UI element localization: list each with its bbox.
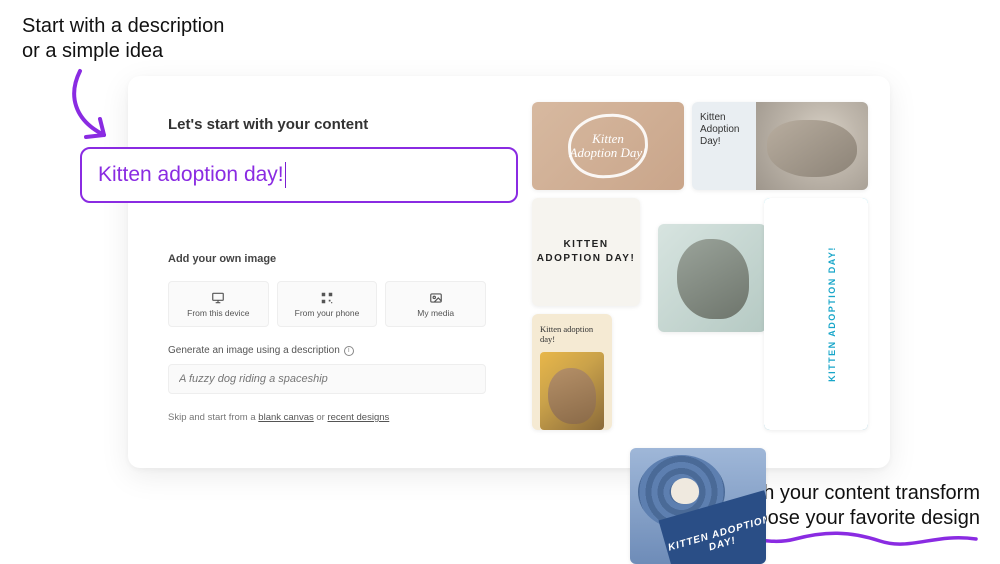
upload-label: My media [417,308,454,318]
generate-label: Generate an image using a description i [168,345,486,356]
thumb-caption: KITTEN ADOPTION DAY! [532,238,640,267]
thumb-caption: KITTEN ADOPTION DAY! [827,246,837,382]
idea-text-input[interactable]: Kitten adoption day! [80,147,518,203]
design-thumb-7[interactable]: KITTEN ADOPTION DAY! [630,448,766,564]
upload-from-phone[interactable]: From your phone [277,281,378,327]
thumb-image [756,102,868,190]
text-caret-icon [285,162,287,188]
monitor-icon [211,291,225,305]
info-icon[interactable]: i [344,346,354,356]
recent-designs-link[interactable]: recent designs [327,412,389,423]
design-thumb-6[interactable]: Kitten adoption day! [532,314,612,430]
pane-heading: Let's start with your content [168,116,486,133]
design-thumb-1[interactable]: Kitten Adoption Day! [532,102,684,190]
thumb-caption: KITTEN ADOPTION DAY! [665,513,766,564]
blank-canvas-link[interactable]: blank canvas [258,412,313,423]
qrcode-icon [320,291,334,305]
upload-row: From this device From your phone My medi… [168,281,486,327]
upload-label: From this device [187,308,249,318]
designer-card: Let's start with your content Add text A… [128,76,890,468]
thumb-image [671,478,699,504]
thumb-image [540,352,604,430]
upload-from-device[interactable]: From this device [168,281,269,327]
thumb-caption: Kitten Adoption Day! [568,132,648,159]
upload-my-media[interactable]: My media [385,281,486,327]
thumb-caption: Kitten Adoption Day! [692,102,756,190]
design-thumb-4[interactable] [658,224,766,332]
preview-pane: Kitten Adoption Day! Kitten Adoption Day… [518,76,890,468]
thumb-caption: Kitten adoption day! [540,324,604,344]
design-thumb-3[interactable]: KITTEN ADOPTION DAY! [532,198,640,306]
skip-line: Skip and start from a blank canvas or re… [168,412,486,423]
design-thumb-2[interactable]: Kitten Adoption Day! [692,102,868,190]
generate-input[interactable] [168,364,486,394]
upload-label: From your phone [295,308,360,318]
add-image-label: Add your own image [168,253,486,265]
content-pane: Let's start with your content Add text A… [128,76,518,468]
media-icon [429,291,443,305]
annotation-top: Start with a description or a simple ide… [22,14,224,64]
idea-text-value: Kitten adoption day! [98,163,284,187]
design-thumb-5[interactable]: KITTEN ADOPTION DAY! [764,198,868,430]
